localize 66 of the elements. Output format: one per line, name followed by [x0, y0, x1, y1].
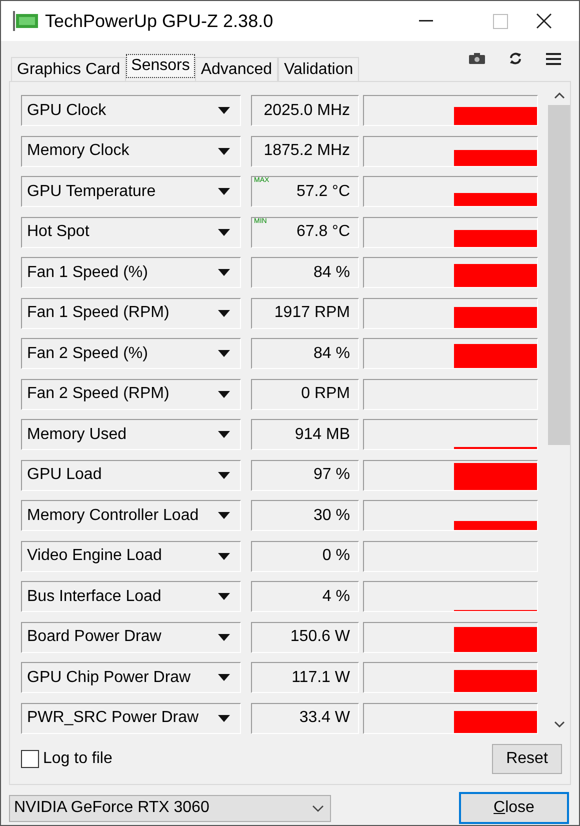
scroll-up-icon[interactable] [554, 92, 564, 99]
dropdown-arrow-icon [218, 634, 230, 640]
sensor-value: 4 % [251, 581, 359, 612]
sensor-dropdown[interactable]: PWR_SRC Power Draw [21, 702, 241, 734]
minimize-icon[interactable] [419, 20, 433, 22]
sensor-value: 150.6 W [251, 622, 359, 652]
dropdown-arrow-icon [218, 310, 230, 316]
sensor-dropdown[interactable]: GPU Chip Power Draw [21, 662, 241, 693]
checkbox-label: Log to file [43, 750, 112, 768]
camera-icon[interactable] [469, 53, 485, 64]
sensor-dropdown[interactable]: Memory Controller Load [21, 500, 241, 531]
sensor-value: 0 RPM [251, 378, 359, 410]
sensor-dropdown[interactable]: Video Engine Load [21, 540, 241, 572]
dropdown-arrow-icon [218, 552, 230, 560]
gpu-select[interactable]: NVIDIA GeForce RTX 3060 [9, 794, 331, 822]
refresh-icon[interactable] [509, 52, 522, 65]
sensor-dropdown[interactable]: GPU Clock [21, 95, 241, 126]
sensor-value: 33.4 W [251, 702, 359, 734]
dropdown-arrow-icon [218, 472, 230, 478]
tab[interactable]: Advanced [194, 57, 278, 81]
sensor-value: 97 % [251, 460, 359, 490]
dropdown-arrow-icon [218, 107, 230, 114]
sensor-value: 30 % [251, 500, 359, 531]
sensor-dropdown[interactable]: Hot Spot [21, 216, 241, 248]
graphics-card-icon [13, 11, 39, 31]
sensor-dropdown[interactable]: Bus Interface Load [21, 581, 241, 612]
sensor-dropdown[interactable]: Fan 1 Speed (RPM) [21, 298, 241, 328]
menu-icon[interactable] [546, 52, 561, 64]
sensor-dropdown[interactable]: Fan 1 Speed (%) [21, 257, 241, 288]
sensor-value: 84 % [251, 338, 359, 369]
dropdown-arrow-icon [218, 512, 230, 519]
sensor-value: 2025.0 MHz [251, 95, 359, 126]
reset-button[interactable]: Reset [492, 744, 562, 774]
dropdown-arrow-icon [218, 714, 230, 722]
tab[interactable]: Graphics Card [11, 57, 126, 81]
sensor-dropdown[interactable]: Board Power Draw [21, 622, 241, 652]
tab[interactable]: Validation [278, 57, 360, 81]
scroll-down-icon[interactable] [554, 721, 564, 728]
sensor-dropdown[interactable]: Memory Used [21, 419, 241, 450]
dropdown-arrow-icon [218, 188, 230, 195]
dropdown-arrow-icon [218, 228, 230, 236]
dropdown-arrow-icon [218, 674, 230, 681]
dropdown-arrow-icon [218, 593, 230, 600]
sensor-value: 0 % [251, 540, 359, 572]
tab[interactable]: Sensors [126, 54, 195, 78]
close-icon[interactable] [536, 13, 552, 29]
sensor-dropdown[interactable]: Fan 2 Speed (RPM) [21, 378, 241, 410]
sensor-value: 1917 RPM [251, 298, 359, 328]
scrollbar-thumb[interactable] [548, 105, 570, 445]
sensor-dropdown[interactable]: Memory Clock [21, 136, 241, 166]
dropdown-arrow-icon [218, 431, 230, 438]
close-button[interactable]: Close [459, 792, 569, 824]
dropdown-arrow-icon [218, 390, 230, 398]
window-title: TechPowerUp GPU-Z 2.38.0 [45, 10, 274, 32]
sensor-value: 914 MB [251, 419, 359, 450]
dropdown-arrow-icon [218, 148, 230, 154]
sensor-dropdown[interactable]: Fan 2 Speed (%) [21, 338, 241, 369]
sensor-value: 84 % [251, 257, 359, 288]
sensor-value: 1875.2 MHz [251, 136, 359, 166]
chevron-down-icon [312, 804, 324, 812]
sensor-dropdown[interactable]: GPU Temperature [21, 176, 241, 207]
checkbox[interactable] [21, 750, 39, 768]
dropdown-arrow-icon [218, 269, 230, 276]
sensor-value: 117.1 W [251, 662, 359, 693]
dropdown-arrow-icon [218, 350, 230, 357]
sensor-dropdown[interactable]: GPU Load [21, 460, 241, 490]
